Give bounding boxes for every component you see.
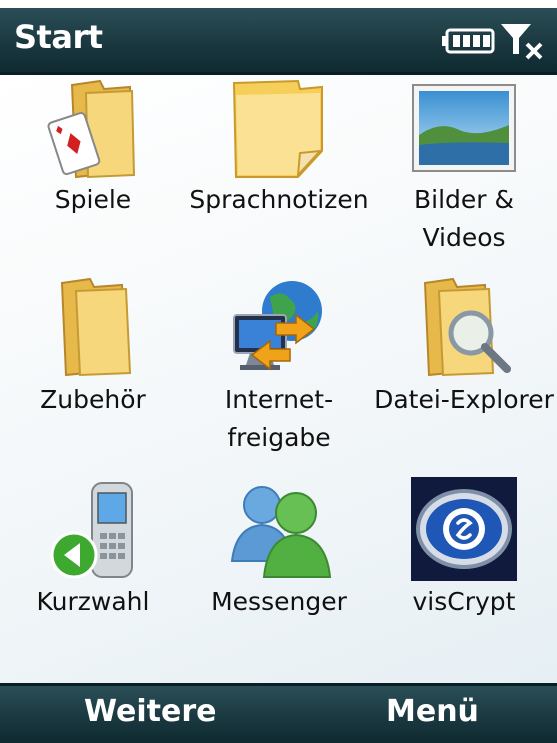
title-bar: Start <box>0 8 557 75</box>
app-tile-kurzwahl[interactable]: Kurzwahl <box>0 477 186 627</box>
accessories-folder-icon <box>60 277 132 377</box>
app-label: Kurzwahl <box>36 587 150 616</box>
viscrypt-icon <box>411 477 517 581</box>
app-label: Messenger <box>211 587 347 616</box>
app-label: Zubehör <box>40 385 146 414</box>
softkey-left-weitere[interactable]: Weitere <box>84 694 216 729</box>
app-grid: ♦ Spiele Sprachnotizen Bilder & Videos Z… <box>0 75 557 683</box>
battery-icon <box>442 28 495 54</box>
app-label: Bilder & <box>413 185 514 214</box>
app-label: Internet- <box>224 385 334 414</box>
games-folder-icon: ♦ <box>47 79 136 179</box>
app-label: Datei-Explorer <box>374 385 554 414</box>
app-tile-spiele[interactable]: ♦ Spiele <box>0 75 186 265</box>
app-tile-sprachnotizen[interactable]: Sprachnotizen <box>186 75 372 265</box>
app-tile-viscrypt[interactable]: visCrypt <box>371 477 557 627</box>
speed-dial-icon <box>50 482 133 579</box>
app-label: freigabe <box>227 423 331 452</box>
app-tile-messenger[interactable]: Messenger <box>186 477 372 627</box>
internet-sharing-icon <box>233 281 322 371</box>
app-label: Spiele <box>54 185 132 214</box>
file-explorer-icon <box>423 277 511 377</box>
signal-no-service-icon <box>501 24 543 60</box>
softkey-bar: Weitere Menü <box>0 683 557 743</box>
app-label: Videos <box>422 223 506 252</box>
app-tile-zubehoer[interactable]: Zubehör <box>0 275 186 465</box>
app-label: Sprachnotizen <box>189 185 369 214</box>
pictures-videos-icon <box>412 84 516 172</box>
messenger-icon <box>230 486 332 578</box>
app-tile-datei-explorer[interactable]: Datei-Explorer <box>371 275 557 465</box>
status-icons[interactable] <box>439 20 549 60</box>
app-tile-bilder-videos[interactable]: Bilder & Videos <box>371 75 557 265</box>
softkey-right-menu[interactable]: Menü <box>386 694 479 729</box>
app-label: visCrypt <box>412 587 516 616</box>
voice-notes-icon <box>232 79 323 178</box>
app-tile-internetfreigabe[interactable]: Internet- freigabe <box>186 275 372 465</box>
page-title: Start <box>14 18 103 56</box>
